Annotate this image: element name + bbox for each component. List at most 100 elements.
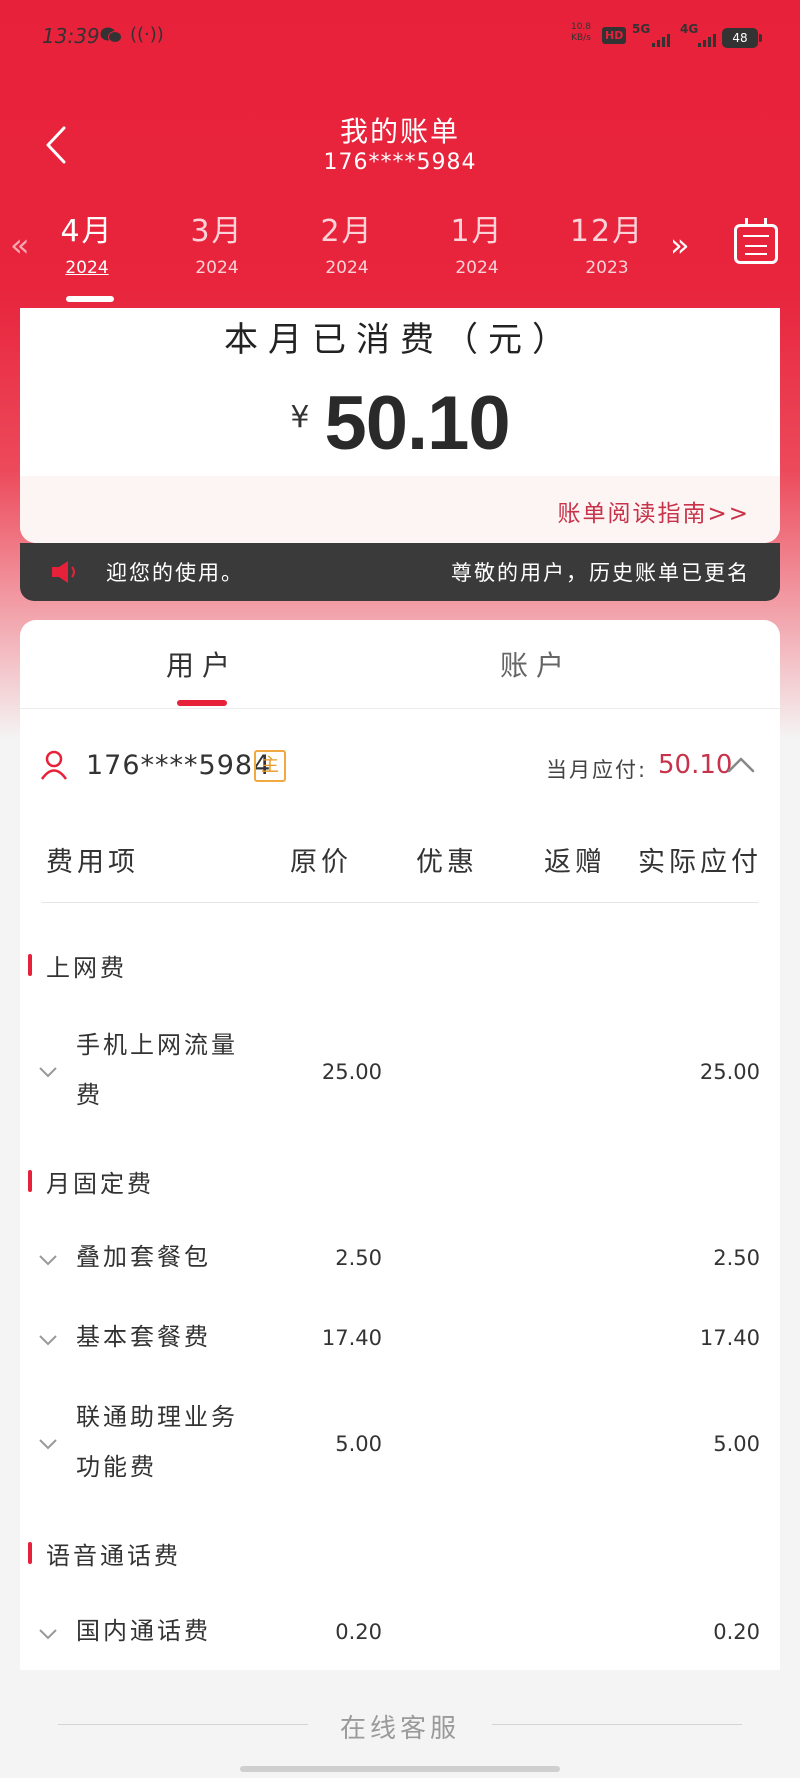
section-header: 月固定费 bbox=[20, 1164, 780, 1204]
signal-bars-icon bbox=[698, 34, 716, 47]
fee-item-payable: 5.00 bbox=[713, 1432, 760, 1456]
wechat-icon bbox=[100, 27, 122, 43]
chevron-down-icon bbox=[39, 1255, 57, 1266]
speaker-icon bbox=[52, 561, 75, 583]
year-label: 2023 bbox=[585, 258, 629, 278]
month-selector: « 4月 2024 3月 2024 2月 2024 1月 2024 12月 20… bbox=[0, 200, 800, 305]
fee-item-name: 叠加套餐包 bbox=[76, 1243, 211, 1271]
person-icon bbox=[40, 750, 68, 780]
tab-account[interactable]: 账户 bbox=[436, 644, 636, 684]
nav-header: 我的账单 176****5984 bbox=[0, 100, 800, 190]
hotspot-icon: ((·)) bbox=[130, 24, 164, 45]
summary-amount: ¥ 50.10 bbox=[20, 380, 780, 467]
home-indicator[interactable] bbox=[240, 1766, 560, 1772]
fee-item-payable: 0.20 bbox=[713, 1620, 760, 1644]
user-row: 176****5984 主 当月应付: 50.10 bbox=[20, 740, 780, 800]
section-label: 上网费 bbox=[46, 954, 127, 982]
sim2-label: 4G bbox=[680, 22, 699, 36]
sim1-label: 5G bbox=[632, 22, 651, 36]
fee-item-row[interactable]: 手机上网流量费 25.00 25.00 bbox=[20, 1020, 780, 1124]
month-label: 2月 bbox=[320, 214, 374, 249]
signal-bars-icon bbox=[652, 34, 670, 47]
primary-badge: 主 bbox=[254, 750, 286, 782]
page-subtitle-phone: 176****5984 bbox=[323, 150, 477, 175]
fee-item-payable: 17.40 bbox=[699, 1326, 760, 1350]
section-header: 上网费 bbox=[20, 948, 780, 988]
fee-item-payable: 25.00 bbox=[699, 1060, 760, 1084]
section-marker bbox=[28, 1170, 32, 1192]
column-header-item: 费用项 bbox=[46, 847, 139, 878]
network-speed: 10.8 KB/s bbox=[570, 22, 592, 43]
fee-item-original: 17.40 bbox=[321, 1326, 382, 1350]
fee-item-name: 国内通话费 bbox=[76, 1617, 211, 1645]
section-label: 月固定费 bbox=[46, 1170, 154, 1198]
section-marker bbox=[28, 954, 32, 976]
fee-item-payable: 2.50 bbox=[713, 1246, 760, 1270]
currency-symbol: ¥ bbox=[290, 400, 310, 435]
summary-label: 本月已消费（元） bbox=[224, 320, 576, 360]
month-label: 1月 bbox=[450, 214, 504, 249]
column-header-discount: 优惠 bbox=[416, 847, 478, 878]
page-title: 我的账单 bbox=[339, 115, 460, 148]
calendar-icon[interactable] bbox=[734, 218, 778, 264]
section-marker bbox=[28, 1542, 32, 1564]
column-header-payable: 实际应付 bbox=[638, 847, 762, 878]
month-label: 4月 bbox=[60, 214, 114, 249]
status-bar: 13:39 ((·)) 10.8 KB/s HD 5G 4G 48 bbox=[0, 0, 800, 76]
section-label: 语音通话费 bbox=[46, 1542, 181, 1570]
month-tab-2024-02[interactable]: 2月 2024 bbox=[297, 206, 397, 278]
year-label: 2024 bbox=[195, 258, 239, 278]
table-header: 费用项 原价 优惠 返赠 实际应付 bbox=[20, 840, 780, 900]
hd-badge: HD bbox=[602, 27, 627, 44]
fee-item-row[interactable]: 基本套餐费 17.40 17.40 bbox=[20, 1312, 780, 1368]
fee-item-original: 2.50 bbox=[335, 1246, 382, 1270]
battery-icon: 48 bbox=[722, 28, 762, 48]
online-service-button[interactable]: 在线客服 bbox=[0, 1708, 800, 1745]
fee-item-name: 手机上网流量费 bbox=[76, 1031, 238, 1109]
tab-user[interactable]: 用户 bbox=[102, 644, 302, 684]
fee-item-row[interactable]: 联通助理业务功能费 5.00 5.00 bbox=[20, 1392, 780, 1496]
fee-item-row[interactable]: 国内通话费 0.20 0.20 bbox=[20, 1606, 780, 1662]
year-label: 2024 bbox=[65, 258, 109, 278]
active-tab-indicator bbox=[177, 700, 227, 706]
scroll-left-icon[interactable]: « bbox=[10, 226, 30, 264]
month-label: 12月 bbox=[569, 214, 645, 249]
fee-item-original: 25.00 bbox=[321, 1060, 382, 1084]
fee-item-original: 0.20 bbox=[335, 1620, 382, 1644]
tab-bar: 用户 账户 bbox=[20, 620, 780, 709]
notice-bar: 迎您的使用。 尊敬的用户，历史账单已更名 bbox=[20, 543, 780, 601]
fee-item-original: 5.00 bbox=[335, 1432, 382, 1456]
notice-text-right: 尊敬的用户，历史账单已更名 bbox=[451, 561, 750, 585]
chevron-down-icon bbox=[39, 1439, 57, 1450]
month-tab-2024-04[interactable]: 4月 2024 bbox=[37, 206, 137, 278]
chevron-down-icon bbox=[39, 1335, 57, 1346]
due-label: 当月应付: bbox=[546, 758, 648, 782]
divider bbox=[42, 902, 758, 903]
year-label: 2024 bbox=[325, 258, 369, 278]
guide-strip: 账单阅读指南>> bbox=[20, 476, 780, 543]
month-tab-2024-03[interactable]: 3月 2024 bbox=[167, 206, 267, 278]
month-label: 3月 bbox=[190, 214, 244, 249]
month-tab-2024-01[interactable]: 1月 2024 bbox=[427, 206, 527, 278]
month-tab-2023-12[interactable]: 12月 2023 bbox=[557, 206, 657, 278]
column-header-gift: 返赠 bbox=[544, 847, 606, 878]
amount-value: 50.10 bbox=[324, 381, 511, 466]
bill-guide-link[interactable]: 账单阅读指南>> bbox=[557, 494, 750, 528]
chevron-down-icon bbox=[39, 1067, 57, 1078]
section-header: 语音通话费 bbox=[20, 1536, 780, 1576]
column-header-original: 原价 bbox=[290, 847, 352, 878]
fee-item-name: 联通助理业务功能费 bbox=[76, 1403, 238, 1481]
fee-item-name: 基本套餐费 bbox=[76, 1323, 211, 1351]
year-label: 2024 bbox=[455, 258, 499, 278]
scroll-right-icon[interactable]: » bbox=[670, 226, 690, 264]
status-time: 13:39 bbox=[42, 24, 100, 48]
user-phone: 176****5984 bbox=[86, 750, 272, 781]
notice-text-left: 迎您的使用。 bbox=[106, 561, 244, 585]
fee-item-row[interactable]: 叠加套餐包 2.50 2.50 bbox=[20, 1232, 780, 1288]
chevron-up-icon[interactable] bbox=[726, 754, 756, 774]
footer: 在线客服 bbox=[0, 1690, 800, 1778]
due-value: 50.10 bbox=[658, 750, 733, 780]
active-month-indicator bbox=[66, 296, 114, 302]
chevron-down-icon bbox=[39, 1629, 57, 1640]
summary-card: 本月已消费（元） ¥ 50.10 账单阅读指南>> bbox=[20, 308, 780, 543]
